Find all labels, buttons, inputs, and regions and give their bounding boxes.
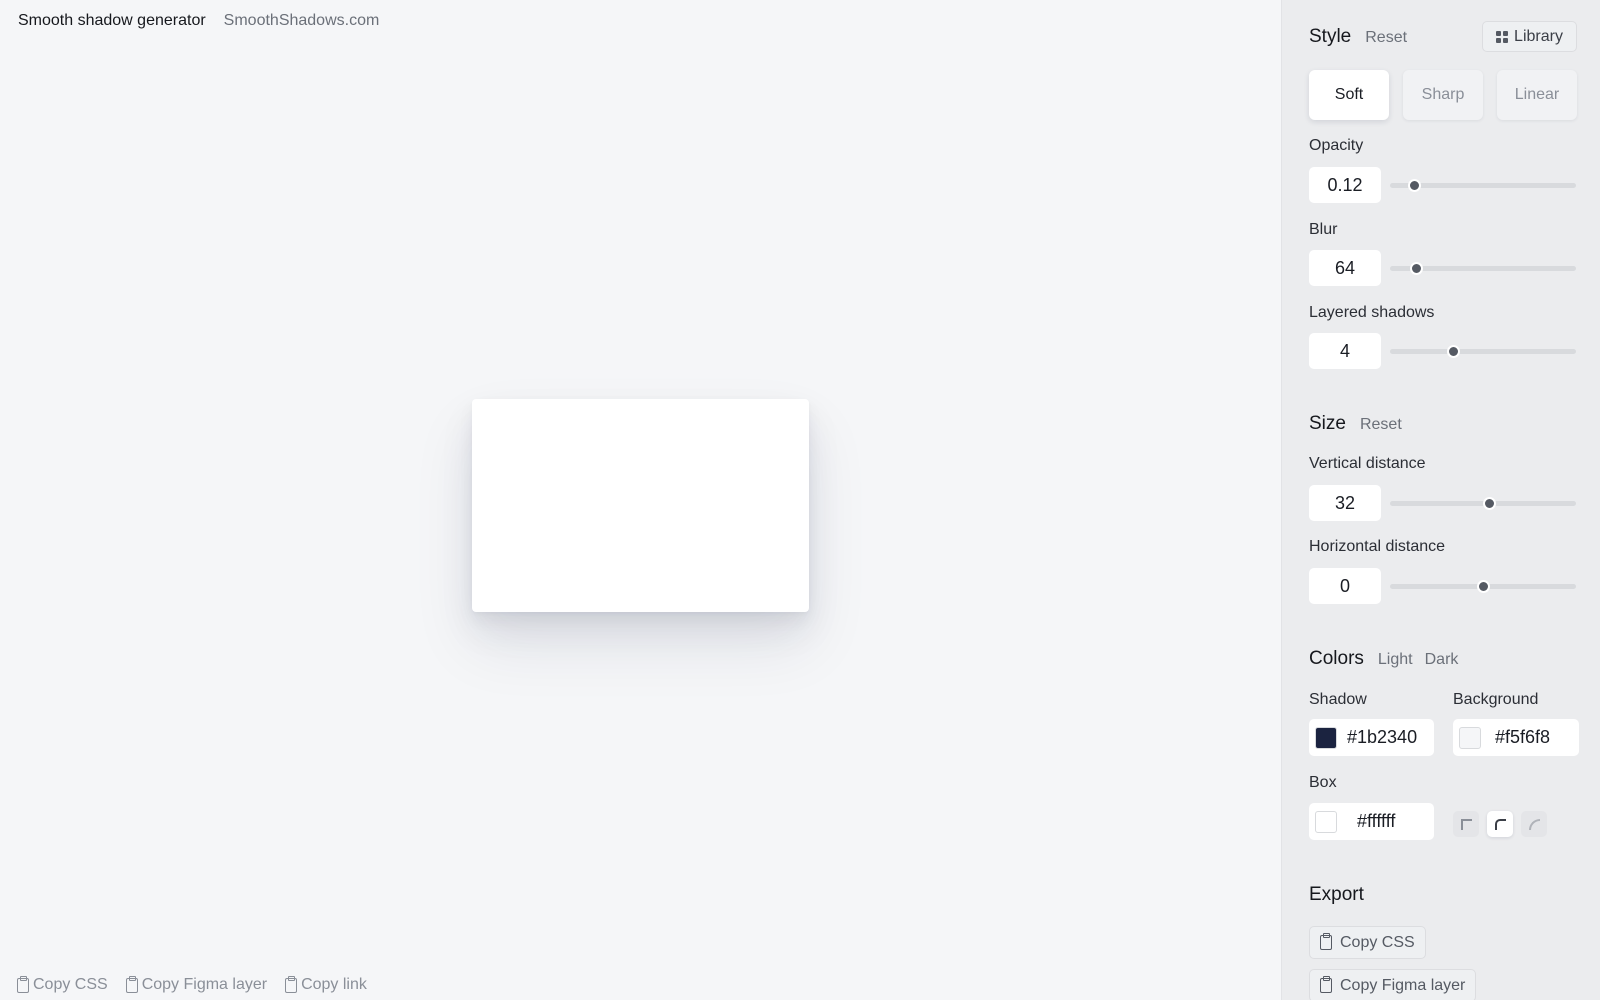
blur-input[interactable]: 64 [1309, 250, 1381, 286]
size-section-header: Size Reset [1309, 413, 1402, 435]
shadow-color-value: #1b2340 [1347, 727, 1418, 747]
settings-sidebar: Style Reset Library Soft Sharp Linear Op… [1281, 0, 1600, 1000]
opacity-input[interactable]: 0.12 [1309, 167, 1381, 203]
shadow-color-swatch[interactable] [1315, 726, 1337, 749]
colors-section-header: Colors Light Dark [1309, 648, 1458, 670]
round-corner-button[interactable] [1521, 811, 1547, 837]
box-color-value: #ffffff [1357, 811, 1396, 831]
export-copy-figma-button[interactable]: Copy Figma layer [1309, 969, 1477, 1000]
style-preset-linear[interactable]: Linear [1497, 70, 1577, 120]
style-title: Style [1309, 26, 1352, 47]
layers-input[interactable]: 4 [1309, 333, 1381, 369]
clipboard-icon [125, 975, 138, 993]
rounded-corner-icon [1494, 818, 1506, 830]
shadow-color-field[interactable]: #1b2340 [1309, 719, 1434, 756]
round-corner-icon [1528, 818, 1540, 830]
colors-dark-button[interactable]: Dark [1425, 651, 1459, 669]
rounded-corner-button[interactable] [1487, 811, 1513, 837]
square-corner-button[interactable] [1453, 811, 1479, 837]
style-reset-button[interactable]: Reset [1365, 29, 1407, 47]
layers-slider[interactable] [1390, 345, 1576, 358]
vertical-distance-label: Vertical distance [1309, 455, 1426, 472]
style-preset-sharp[interactable]: Sharp [1403, 70, 1483, 120]
style-section-header: Style Reset [1309, 26, 1407, 48]
export-copy-figma-label: Copy Figma layer [1340, 976, 1466, 994]
copy-figma-link[interactable]: Copy Figma layer [125, 975, 268, 994]
style-preset-group: Soft Sharp Linear [1309, 70, 1577, 120]
export-title: Export [1309, 884, 1364, 905]
clipboard-icon [1320, 933, 1332, 950]
background-color-swatch[interactable] [1459, 726, 1481, 749]
box-color-swatch[interactable] [1315, 810, 1337, 833]
vertical-distance-slider[interactable] [1390, 497, 1576, 510]
grid-icon [1496, 30, 1509, 43]
horizontal-distance-slider[interactable] [1390, 580, 1576, 593]
site-link[interactable]: SmoothShadows.com [224, 12, 380, 30]
style-preset-soft[interactable]: Soft [1309, 70, 1389, 120]
size-reset-button[interactable]: Reset [1360, 416, 1402, 434]
size-title: Size [1309, 413, 1346, 434]
copy-figma-label: Copy Figma layer [141, 976, 268, 993]
clipboard-icon [285, 975, 298, 993]
blur-slider-thumb[interactable] [1410, 262, 1424, 275]
vertical-distance-slider-thumb[interactable] [1482, 497, 1496, 510]
colors-light-button[interactable]: Light [1378, 651, 1413, 669]
vertical-distance-input[interactable]: 32 [1309, 485, 1381, 521]
horizontal-distance-label: Horizontal distance [1309, 538, 1446, 555]
blur-slider[interactable] [1390, 262, 1576, 275]
bottom-copy-bar: Copy CSS Copy Figma layer Copy link [17, 975, 367, 994]
layers-label: Layered shadows [1309, 304, 1435, 321]
background-color-label: Background [1453, 691, 1539, 708]
clipboard-icon [17, 975, 29, 993]
copy-link-link[interactable]: Copy link [285, 975, 367, 994]
clipboard-icon [1320, 976, 1332, 993]
library-button[interactable]: Library [1482, 21, 1577, 52]
box-color-label: Box [1309, 774, 1337, 791]
copy-css-link[interactable]: Copy CSS [17, 975, 108, 994]
app-title: Smooth shadow generator [18, 12, 206, 29]
export-section-header: Export [1309, 884, 1364, 906]
background-color-value: #f5f6f8 [1495, 727, 1551, 747]
horizontal-distance-slider-thumb[interactable] [1477, 580, 1490, 593]
box-color-field[interactable]: #ffffff [1309, 803, 1434, 840]
layers-slider-thumb[interactable] [1447, 345, 1461, 358]
background-color-field[interactable]: #f5f6f8 [1453, 719, 1579, 756]
opacity-slider[interactable] [1390, 179, 1576, 192]
export-copy-css-button[interactable]: Copy CSS [1309, 926, 1426, 959]
top-bar: Smooth shadow generator SmoothShadows.co… [18, 12, 379, 30]
square-corner-icon [1460, 818, 1472, 830]
opacity-slider-thumb[interactable] [1408, 179, 1422, 192]
horizontal-distance-input[interactable]: 0 [1309, 568, 1381, 604]
blur-label: Blur [1309, 221, 1338, 238]
shadow-preview-box [472, 399, 809, 612]
copy-link-label: Copy link [301, 976, 367, 993]
export-copy-css-label: Copy CSS [1340, 933, 1415, 951]
library-label: Library [1514, 27, 1563, 45]
colors-title: Colors [1309, 648, 1364, 669]
shadow-color-label: Shadow [1309, 691, 1367, 708]
opacity-label: Opacity [1309, 137, 1364, 154]
copy-css-label: Copy CSS [33, 976, 108, 993]
